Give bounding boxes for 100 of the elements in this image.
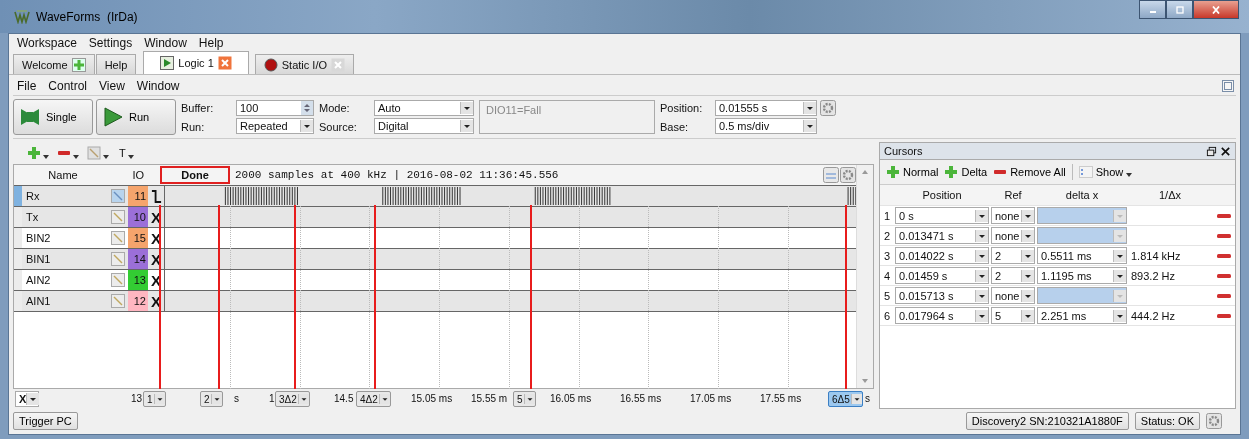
menu-item[interactable]: Window xyxy=(144,36,187,50)
caret-icon xyxy=(803,120,816,132)
remove-icon[interactable] xyxy=(1216,312,1231,319)
run-dropdown[interactable]: Repeated xyxy=(236,118,314,134)
minimize-button[interactable] xyxy=(1139,0,1166,19)
channel-name: AIN1 xyxy=(25,294,52,309)
pencil-icon[interactable] xyxy=(111,252,125,266)
caret-icon xyxy=(1021,209,1034,222)
buffer-spinner[interactable]: 100 xyxy=(236,100,314,116)
cursor-marker[interactable]: 2 xyxy=(200,391,223,407)
tab[interactable]: Welcome xyxy=(13,54,95,74)
gear-icon[interactable] xyxy=(820,100,836,116)
gear-icon[interactable] xyxy=(1206,413,1222,429)
field-label: Run: xyxy=(181,120,206,133)
pencil-icon[interactable] xyxy=(111,294,125,308)
scrollbar[interactable] xyxy=(856,165,873,388)
pencil-icon[interactable] xyxy=(111,210,125,224)
capture-info: 2000 samples at 400 kHz | 2016-08-02 11:36:45.556 xyxy=(235,169,559,181)
scroll-down-icon xyxy=(861,378,869,384)
pencil-icon[interactable] xyxy=(111,273,125,287)
remove-icon[interactable] xyxy=(1216,212,1231,219)
cursor-marker[interactable]: 3Δ2 xyxy=(275,391,310,407)
text-tool[interactable]: T xyxy=(119,147,126,159)
close-button[interactable] xyxy=(1193,0,1239,19)
remove-icon[interactable] xyxy=(1216,252,1231,259)
caret-icon xyxy=(975,309,988,322)
caret-icon xyxy=(975,229,988,242)
delta-dropdown[interactable]: 0.5511 ms xyxy=(1037,247,1127,264)
caret-icon[interactable] xyxy=(43,155,49,159)
cursor-marker[interactable]: 6Δ5 xyxy=(828,391,863,407)
menu-item[interactable]: Help xyxy=(198,36,224,50)
channel-io: 15 xyxy=(128,228,148,248)
remove-icon[interactable] xyxy=(1216,232,1231,239)
caret-icon[interactable] xyxy=(103,155,109,159)
position-dropdown[interactable]: 0.014022 s xyxy=(895,247,989,264)
column-header: Ref xyxy=(1003,188,1023,203)
run-button[interactable]: Run xyxy=(96,99,176,135)
ref-dropdown[interactable]: 2 xyxy=(991,267,1035,284)
close-icon[interactable] xyxy=(1220,145,1231,157)
source-dropdown[interactable]: Digital xyxy=(374,118,474,134)
add-normal-button[interactable]: Normal xyxy=(886,165,939,179)
scroll-up-icon xyxy=(861,169,869,175)
caret-icon xyxy=(975,289,988,302)
position-dropdown[interactable]: 0.01459 s xyxy=(895,267,989,284)
caret-icon xyxy=(1021,229,1034,242)
trigger-summary: DIO11=Fall xyxy=(479,100,655,134)
delta-dropdown[interactable]: 2.251 ms xyxy=(1037,307,1127,324)
field-label: Buffer: xyxy=(181,101,215,114)
remove-all-button[interactable]: Remove All xyxy=(993,165,1066,179)
tab[interactable]: Help xyxy=(95,54,137,74)
single-button[interactable]: Single xyxy=(13,99,93,135)
caret-icon xyxy=(850,394,862,404)
position-dropdown[interactable]: 0.017964 s xyxy=(895,307,989,324)
add-delta-button[interactable]: Delta xyxy=(944,165,988,179)
row-number: 4 xyxy=(882,268,892,284)
gear-icon[interactable] xyxy=(840,167,856,183)
show-button[interactable]: Show xyxy=(1078,165,1133,179)
restore-icon[interactable] xyxy=(1222,80,1234,92)
caret-icon[interactable] xyxy=(73,155,79,159)
caret-icon xyxy=(297,394,309,404)
status-button[interactable]: Status: OK xyxy=(1134,412,1200,430)
caret-icon xyxy=(1113,249,1126,262)
float-icon[interactable] xyxy=(1206,145,1217,157)
ruler-icon[interactable] xyxy=(823,167,839,183)
caret-icon xyxy=(460,102,473,114)
ref-dropdown[interactable]: 5 xyxy=(991,307,1035,324)
pencil-icon[interactable] xyxy=(111,189,125,203)
maximize-button[interactable] xyxy=(1166,0,1193,19)
cursor-marker[interactable]: 4Δ2 xyxy=(356,391,391,407)
remove-icon[interactable] xyxy=(1216,272,1231,279)
menu-item[interactable]: Settings xyxy=(88,36,133,50)
list-icon xyxy=(1078,165,1093,179)
cursor-marker[interactable]: 1 xyxy=(143,391,166,407)
device-button[interactable]: Discovery2 SN:210321A1880F xyxy=(965,412,1129,430)
caret-icon xyxy=(460,120,473,132)
menu-item[interactable]: Control xyxy=(48,79,88,93)
delta-dropdown[interactable]: 1.1195 ms xyxy=(1037,267,1127,284)
axis-tick-label: 16.05 ms xyxy=(550,393,592,404)
falling-edge-icon[interactable] xyxy=(150,188,162,204)
trigger-pc-button[interactable]: Trigger PC xyxy=(13,412,78,430)
caret-icon xyxy=(1126,173,1133,177)
axis-tick-label: 13 xyxy=(131,393,143,404)
pencil-icon[interactable] xyxy=(111,231,125,245)
base-dropdown[interactable]: 0.5 ms/div xyxy=(715,118,817,134)
remove-icon[interactable] xyxy=(1216,292,1231,299)
menu-item[interactable]: View xyxy=(99,79,125,93)
channel-name: BIN1 xyxy=(25,252,52,267)
position-dropdown[interactable]: 0.01555 s xyxy=(715,100,817,116)
tab[interactable]: Static I/O xyxy=(254,54,354,74)
menu-item[interactable]: Window xyxy=(136,79,180,93)
tab[interactable]: Logic 1 xyxy=(143,51,249,74)
ref-dropdown[interactable]: 2 xyxy=(991,247,1035,264)
menu-item[interactable]: Workspace xyxy=(17,36,77,50)
column-header: 1/Δx xyxy=(1158,188,1182,203)
cursor-marker[interactable]: 5 xyxy=(513,391,536,407)
mode-dropdown[interactable]: Auto xyxy=(374,100,474,116)
channel-io: 14 xyxy=(128,249,148,269)
caret-icon[interactable] xyxy=(127,155,134,159)
menu-item[interactable]: File xyxy=(17,79,37,93)
axis-dropdown[interactable]: X xyxy=(15,391,39,407)
